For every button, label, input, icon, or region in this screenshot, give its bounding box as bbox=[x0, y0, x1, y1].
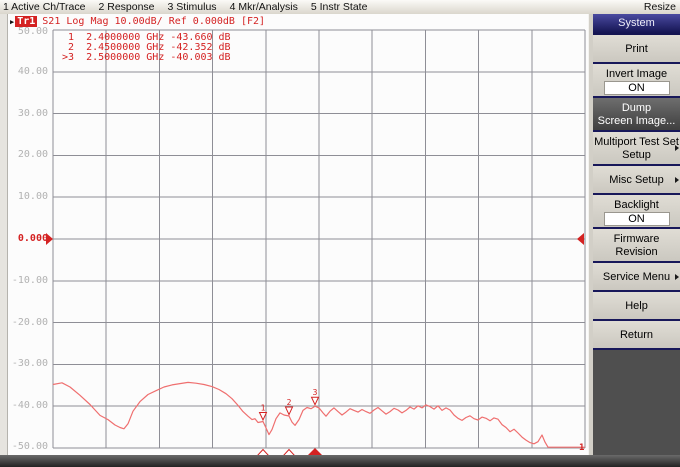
softkey-label: Multiport Test Set bbox=[593, 136, 680, 149]
marker-readout-table: 1 2.4000000 GHz -43.660 dB 2 2.4500000 G… bbox=[62, 33, 231, 63]
trace-marker-2-icon bbox=[286, 407, 293, 415]
softkey-misc-setup[interactable]: Misc Setup bbox=[593, 166, 680, 195]
softkey-label: Dump bbox=[593, 102, 680, 115]
trace-marker-1-number: 1 bbox=[261, 403, 266, 412]
softkey-label: Service Menu bbox=[593, 271, 680, 284]
marker-readout-row: >3 2.5000000 GHz -40.003 dB bbox=[62, 53, 231, 63]
softkey-label: Invert Image bbox=[593, 68, 680, 81]
menu-item-2[interactable]: 2 Response bbox=[98, 1, 154, 13]
trace-marker-3-icon bbox=[312, 397, 319, 405]
softkey-menu: System PrintInvert ImageONDumpScreen Ima… bbox=[593, 14, 680, 455]
softkey-label: Misc Setup bbox=[593, 174, 680, 187]
softkey-label: Revision bbox=[593, 246, 680, 259]
display-area: ▶ Tr1 S21 Log Mag 10.00dB/ Ref 0.000dB [… bbox=[0, 14, 588, 455]
ref-level-arrow-right-icon bbox=[577, 233, 584, 245]
softkey-service-menu[interactable]: Service Menu bbox=[593, 263, 680, 292]
softkey-dump-screen-image[interactable]: DumpScreen Image... bbox=[593, 98, 680, 132]
toggle-state-value: ON bbox=[604, 212, 670, 226]
softkey-multiport-test-set-setup[interactable]: Multiport Test SetSetup bbox=[593, 132, 680, 166]
menu-item-1[interactable]: 1 Active Ch/Trace bbox=[3, 1, 85, 13]
resize-menu-item[interactable]: Resize bbox=[644, 1, 680, 13]
active-stimulus-marker-icon bbox=[307, 448, 323, 455]
softkey-invert-image[interactable]: Invert ImageON bbox=[593, 64, 680, 98]
menu-item-4[interactable]: 4 Mkr/Analysis bbox=[230, 1, 298, 13]
s21-plot: 1 2 3 1 bbox=[0, 14, 588, 455]
bottom-status-bar bbox=[0, 455, 680, 467]
softkey-label: Screen Image... bbox=[593, 115, 680, 128]
softkey-backlight[interactable]: BacklightON bbox=[593, 195, 680, 229]
menu-bar: 1 Active Ch/Trace 2 Response 3 Stimulus 4 M… bbox=[0, 0, 680, 15]
trace-number-label: 1 bbox=[579, 443, 584, 453]
softkey-label: Firmware bbox=[593, 233, 680, 246]
softkey-firmware-revision[interactable]: FirmwareRevision bbox=[593, 229, 680, 263]
graticule-grid bbox=[53, 30, 585, 448]
submenu-arrow-icon bbox=[675, 145, 679, 151]
menu-items: 1 Active Ch/Trace 2 Response 3 Stimulus 4 M… bbox=[0, 1, 644, 13]
toggle-state-value: ON bbox=[604, 81, 670, 95]
softkey-help[interactable]: Help bbox=[593, 292, 680, 321]
softkey-label: Help bbox=[593, 300, 680, 313]
menu-item-3[interactable]: 3 Stimulus bbox=[168, 1, 217, 13]
softkey-label: Return bbox=[593, 329, 680, 342]
softkey-label: Backlight bbox=[593, 199, 680, 212]
softkey-label: Setup bbox=[593, 149, 680, 162]
submenu-arrow-icon bbox=[675, 177, 679, 183]
softkey-print[interactable]: Print bbox=[593, 35, 680, 64]
submenu-arrow-icon bbox=[675, 274, 679, 280]
softkey-label: Print bbox=[593, 43, 680, 56]
menu-item-5[interactable]: 5 Instr State bbox=[311, 1, 368, 13]
ref-level-arrow-left-icon bbox=[46, 233, 53, 245]
softkey-menu-title: System bbox=[593, 14, 680, 35]
trace-marker-2-number: 2 bbox=[287, 398, 292, 407]
trace-marker-3-number: 3 bbox=[313, 388, 318, 397]
softkey-return[interactable]: Return bbox=[593, 321, 680, 350]
softkey-buttons: PrintInvert ImageONDumpScreen Image...Mu… bbox=[593, 35, 680, 350]
